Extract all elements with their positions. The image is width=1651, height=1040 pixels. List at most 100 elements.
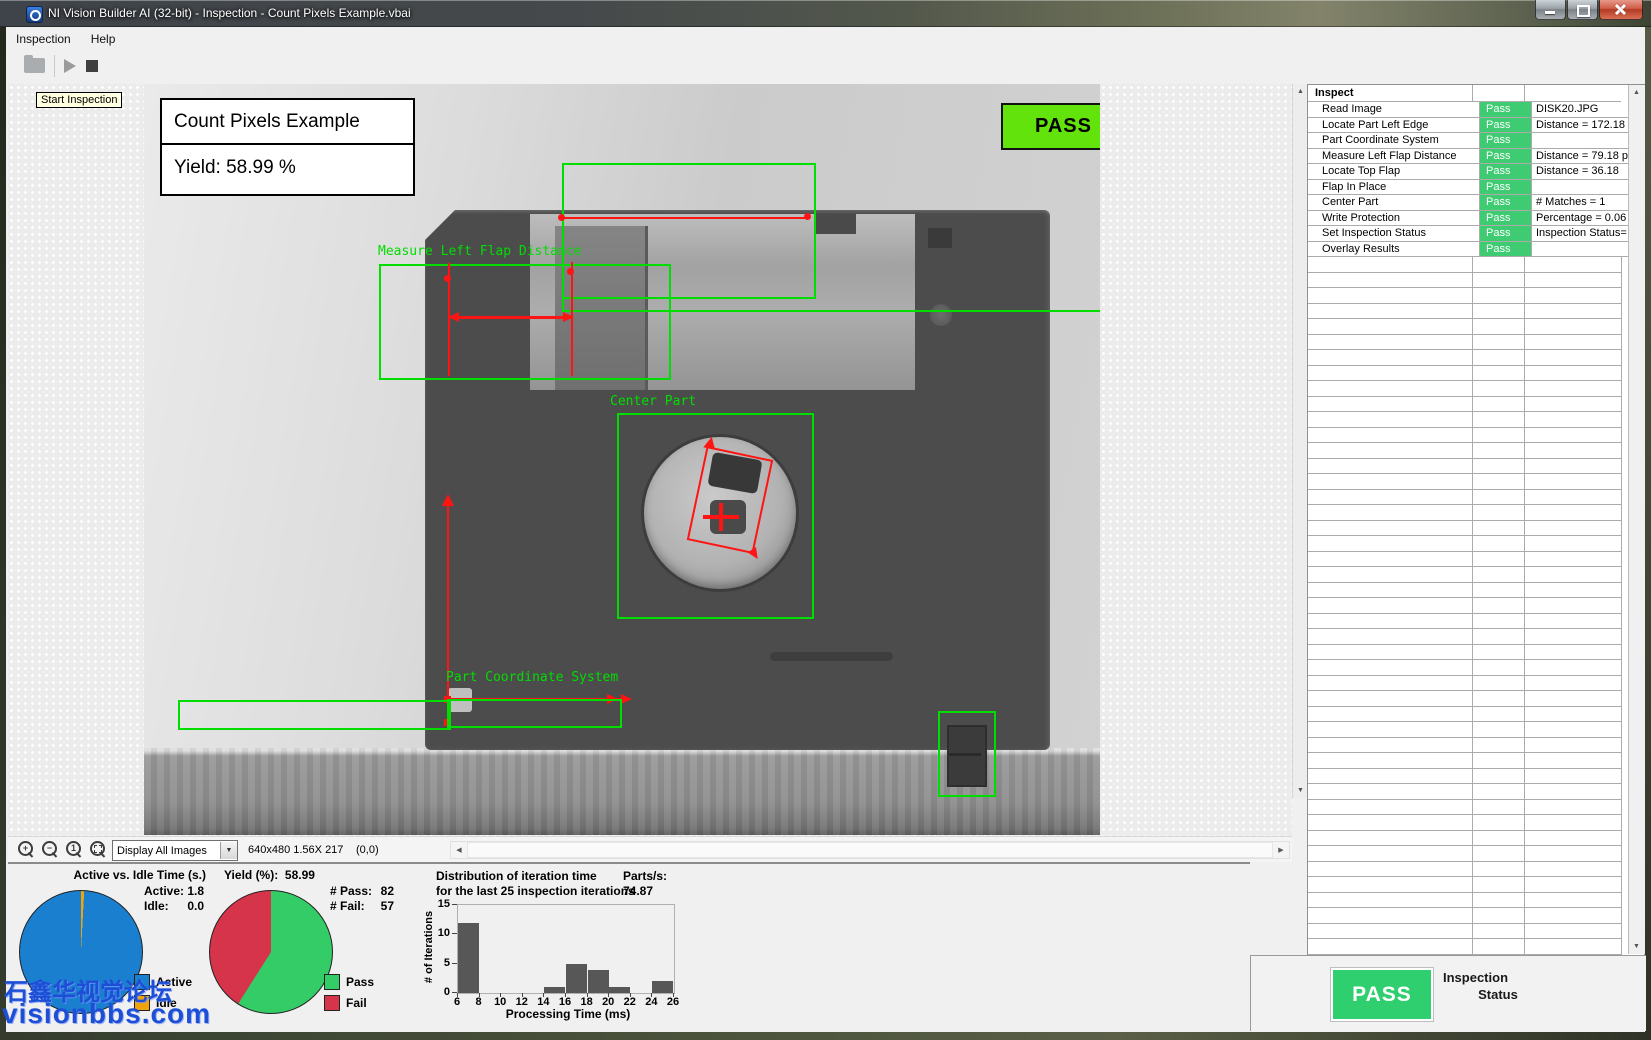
arrow-up-icon [442, 494, 454, 506]
table-row[interactable] [1308, 288, 1644, 304]
inspect-table[interactable]: Inspect Read ImagePassDISK20.JPGLocate P… [1307, 84, 1645, 957]
table-row[interactable]: Center PartPass# Matches = 1 [1308, 195, 1644, 211]
table-row[interactable] [1308, 614, 1644, 630]
overlay-label-measure: Measure Left Flap Distance [378, 244, 582, 259]
table-row[interactable] [1308, 831, 1644, 847]
inspect-header-label: Inspect [1308, 85, 1473, 102]
table-row[interactable] [1308, 381, 1644, 397]
table-row[interactable] [1308, 521, 1644, 537]
chevron-down-icon[interactable]: ▼ [220, 842, 237, 859]
table-row[interactable] [1308, 939, 1644, 955]
image-control-bar: + − 1 Display All Images ▼ 640x480 1.56X… [8, 836, 1292, 862]
scroll-down-icon[interactable]: ▼ [1629, 939, 1644, 954]
table-row[interactable]: Locate Part Left EdgePassDistance = 172.… [1308, 118, 1644, 134]
table-row[interactable] [1308, 412, 1644, 428]
zoom-one-to-one-icon[interactable]: 1 [66, 841, 83, 858]
minimize-button[interactable] [1535, 0, 1566, 20]
scroll-up-icon[interactable]: ▲ [1293, 84, 1308, 99]
title-bar[interactable]: NI Vision Builder AI (32-bit) - Inspecti… [0, 0, 1651, 27]
open-folder-icon[interactable] [24, 58, 45, 73]
stop-inspection-button[interactable] [86, 60, 98, 72]
start-inspection-tooltip: Start Inspection [36, 92, 122, 108]
table-row[interactable]: Flap In PlacePass [1308, 180, 1644, 196]
table-row[interactable] [1308, 583, 1644, 599]
display-mode-dropdown[interactable]: Display All Images ▼ [112, 840, 238, 861]
table-row[interactable] [1308, 335, 1644, 351]
table-row[interactable] [1308, 505, 1644, 521]
table-row[interactable] [1308, 273, 1644, 289]
scroll-down-icon[interactable]: ▼ [1293, 783, 1308, 798]
table-row[interactable] [1308, 552, 1644, 568]
zoom-in-icon[interactable]: + [18, 841, 35, 858]
table-row[interactable] [1308, 459, 1644, 475]
table-row[interactable] [1308, 443, 1644, 459]
table-row[interactable] [1308, 800, 1644, 816]
table-row[interactable] [1308, 893, 1644, 909]
vertical-scrollbar[interactable]: ▲ ▼ [1292, 84, 1308, 798]
table-row[interactable] [1308, 629, 1644, 645]
parts-per-second-value: 74.87 [623, 884, 653, 898]
horizontal-scrollbar[interactable]: ◀ ▶ [450, 841, 1290, 859]
table-scrollbar[interactable]: ▲ ▼ [1628, 85, 1645, 954]
scrollbar-thumb[interactable] [467, 842, 1273, 858]
restore-button[interactable] [1567, 0, 1598, 20]
window-title: NI Vision Builder AI (32-bit) - Inspecti… [48, 6, 411, 20]
table-row[interactable] [1308, 598, 1644, 614]
pass-count-row: # Pass:82 [330, 884, 394, 898]
table-row[interactable] [1308, 257, 1644, 273]
table-row[interactable] [1308, 769, 1644, 785]
overlay-title-box: Count Pixels Example Yield: 58.99 % [160, 98, 415, 196]
close-button[interactable] [1599, 0, 1643, 20]
edge-point [567, 268, 574, 275]
table-row[interactable]: Overlay ResultsPass [1308, 242, 1644, 258]
table-row[interactable] [1308, 366, 1644, 382]
table-row[interactable] [1308, 908, 1644, 924]
menu-help[interactable]: Help [81, 29, 126, 49]
table-row[interactable]: Set Inspection StatusPassInspection Stat… [1308, 226, 1644, 242]
table-row[interactable] [1308, 924, 1644, 940]
table-row[interactable] [1308, 645, 1644, 661]
inspection-status-indicator: PASS [1330, 967, 1434, 1022]
table-row[interactable] [1308, 738, 1644, 754]
menu-inspection[interactable]: Inspection [6, 29, 81, 49]
table-row[interactable] [1308, 722, 1644, 738]
table-row[interactable]: Measure Left Flap DistancePassDistance =… [1308, 149, 1644, 165]
table-row[interactable] [1308, 490, 1644, 506]
inspection-status-label: Inspection Status [1443, 969, 1553, 1003]
table-row[interactable] [1308, 397, 1644, 413]
table-row[interactable] [1308, 304, 1644, 320]
scroll-left-icon[interactable]: ◀ [451, 842, 467, 858]
table-row[interactable]: Part Coordinate SystemPass [1308, 133, 1644, 149]
table-row[interactable] [1308, 846, 1644, 862]
image-display-area[interactable]: Count Pixels Example Yield: 58.99 % PASS… [8, 84, 1292, 862]
histogram-bar [588, 970, 609, 993]
scroll-right-icon[interactable]: ▶ [1273, 842, 1289, 858]
table-row[interactable]: Locate Top FlapPassDistance = 36.18 [1308, 164, 1644, 180]
y-tick-label: 5 [434, 957, 450, 969]
table-row[interactable] [1308, 474, 1644, 490]
table-row[interactable] [1308, 691, 1644, 707]
table-row[interactable] [1308, 660, 1644, 676]
zoom-out-icon[interactable]: − [42, 841, 59, 858]
table-row[interactable] [1308, 676, 1644, 692]
table-row[interactable] [1308, 784, 1644, 800]
table-row[interactable] [1308, 567, 1644, 583]
scroll-up-icon[interactable]: ▲ [1629, 85, 1644, 100]
table-row[interactable] [1308, 536, 1644, 552]
table-row[interactable]: Write ProtectionPassPercentage = 0.06 % [1308, 211, 1644, 227]
start-inspection-button[interactable] [64, 59, 76, 73]
table-row[interactable] [1308, 428, 1644, 444]
zoom-fit-icon[interactable] [90, 841, 107, 858]
table-row[interactable] [1308, 877, 1644, 893]
table-row[interactable] [1308, 319, 1644, 335]
table-row[interactable] [1308, 753, 1644, 769]
client-area: Start Inspection Count Pixe [6, 82, 1645, 1032]
table-row[interactable] [1308, 815, 1644, 831]
overlay-yield: Yield: 58.99 % [162, 145, 413, 190]
table-row[interactable]: Read ImagePassDISK20.JPG [1308, 102, 1644, 118]
disk-groove [770, 652, 893, 661]
cursor-coordinates: (0,0) [356, 844, 379, 856]
table-row[interactable] [1308, 707, 1644, 723]
table-row[interactable] [1308, 862, 1644, 878]
table-row[interactable] [1308, 350, 1644, 366]
